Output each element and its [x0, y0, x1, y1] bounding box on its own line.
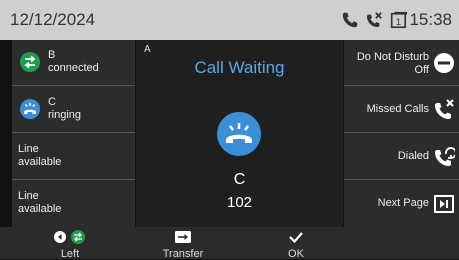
line-3-name: Line: [18, 143, 39, 155]
transfer-softkey-label: Transfer: [162, 248, 204, 260]
ringing-phone-icon: [20, 99, 40, 119]
left-softkey[interactable]: Left: [40, 227, 100, 260]
line-key-4[interactable]: Line available: [12, 181, 135, 227]
ringing-phone-icon: [217, 112, 261, 156]
next-page-label: Next Page: [377, 197, 429, 209]
line-4-state: available: [18, 203, 62, 215]
date-display: 12/12/2024: [10, 10, 96, 29]
next-page-key[interactable]: Next Page: [344, 181, 459, 227]
line-b-name: B: [48, 49, 56, 61]
call-panel: A Call Waiting C 102: [136, 40, 343, 227]
caller-name: C: [233, 171, 246, 188]
line-4-name: Line: [18, 190, 39, 202]
line-key-c[interactable]: Cringing: [12, 87, 135, 133]
do-not-disturb-key[interactable]: Do Not Disturb Off: [344, 40, 459, 86]
missed-calls-key[interactable]: Missed Calls: [344, 87, 459, 133]
clock: 15:38: [409, 10, 452, 29]
line-c-name: C: [48, 96, 56, 108]
next-page-icon: [434, 195, 454, 213]
left-softkey-label: Left: [60, 248, 80, 260]
transfer-icon: [175, 231, 191, 243]
line-3-state: available: [18, 156, 62, 168]
call-tag: A: [144, 44, 151, 55]
do-not-disturb-icon: [434, 53, 454, 73]
missed-call-icon: [435, 99, 454, 119]
call-status-title: Call Waiting: [194, 58, 285, 77]
dnd-state: Off: [414, 64, 429, 76]
dnd-label: Do Not Disturb: [356, 51, 429, 63]
transfer-arrows-icon: [20, 52, 40, 72]
line-keys-column: Bconnected Cringing Line available Line av…: [12, 40, 135, 227]
line-one-icon: 1: [391, 11, 408, 29]
dialed-calls-icon: [435, 147, 455, 166]
status-icons: 1 15:38: [335, 10, 452, 30]
missed-call-icon: [367, 12, 383, 28]
missed-calls-label: Missed Calls: [366, 103, 429, 115]
ok-softkey[interactable]: OK: [266, 227, 326, 260]
line-key-b[interactable]: Bconnected: [12, 40, 135, 86]
dialed-label: Dialed: [397, 150, 429, 162]
transfer-softkey[interactable]: Transfer: [150, 227, 216, 260]
caller-number: 102: [226, 194, 253, 211]
line-b-state: connected: [48, 62, 99, 74]
softkey-bar: Left Transfer OK: [0, 227, 459, 260]
ok-softkey-label: OK: [288, 248, 304, 260]
left-arrow-icon: [54, 230, 85, 244]
dialed-key[interactable]: Dialed: [344, 134, 459, 180]
phone-active-icon: [343, 12, 358, 28]
line-c-state: ringing: [48, 109, 82, 121]
status-bar: 12/12/2024 1 15:38: [0, 0, 459, 40]
line-key-3[interactable]: Line available: [12, 134, 135, 180]
checkmark-icon: [289, 232, 303, 244]
svg-text:1: 1: [396, 17, 401, 27]
function-keys-column: Do Not Disturb Off Missed Calls Dialed Ne…: [344, 40, 459, 227]
